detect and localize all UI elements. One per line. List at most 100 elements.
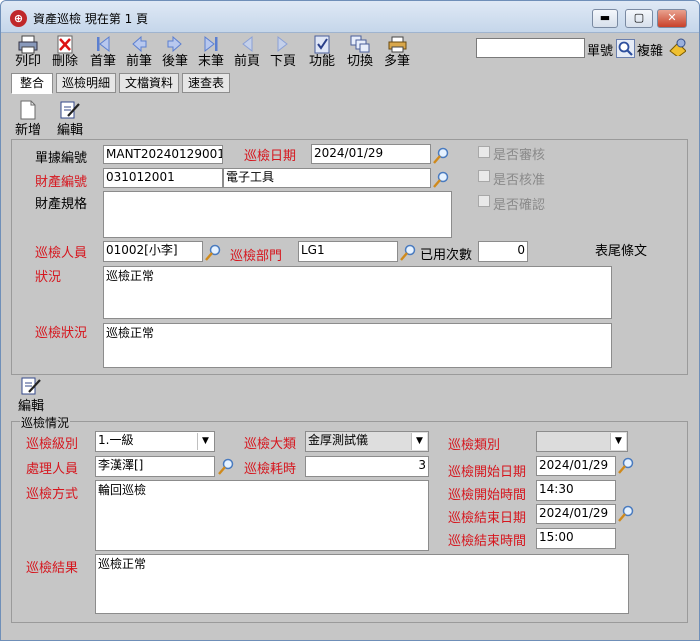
close-button[interactable]: ✕ [657,9,687,28]
approved-checkbox[interactable] [478,170,490,182]
app-icon: ⊕ [10,10,27,27]
method-field[interactable]: 輪回巡檢 [95,480,429,551]
printer-icon [18,35,38,54]
type-select[interactable]: ▼ [536,431,628,452]
printer-stack-icon [388,36,407,53]
confirmed-label: 是否確認 [493,198,546,213]
result-field[interactable]: 巡檢正常 [95,554,629,614]
asset-spec-field[interactable] [103,191,452,238]
page-forward-icon [277,35,288,53]
date-picker-icon[interactable] [432,146,451,165]
function-button[interactable]: 功能 [305,34,339,72]
type-label: 巡檢類別 [448,438,501,453]
inspect-status-label: 巡檢狀況 [35,326,88,341]
inspector-field[interactable]: 01002[小李] [103,241,203,262]
tab-integrated[interactable]: 整合 [11,73,53,94]
start-time-field[interactable]: 14:30 [536,480,616,501]
doc-no-field[interactable]: MANT20240129001 [103,145,223,164]
search-input[interactable] [476,38,585,58]
new-document-icon [20,100,36,120]
search-doc-label: 單號 [587,44,614,59]
category-label: 巡檢大類 [244,437,297,452]
minimize-button[interactable]: ▬ [592,9,618,28]
chevron-down-icon[interactable]: ▼ [197,433,213,450]
status-label: 狀況 [35,270,62,285]
end-date-field[interactable]: 2024/01/29 [536,504,616,524]
approved-label: 是否核准 [493,173,546,188]
asset-name-field[interactable]: 電子工具 [223,168,431,188]
switch-windows-icon [350,35,370,53]
detail-edit-button[interactable]: 編輯 [16,376,46,414]
reviewed-label: 是否審核 [493,148,546,163]
arrow-left-icon [132,35,147,53]
last-icon [204,35,218,53]
dept-lookup-icon[interactable] [399,243,418,262]
used-count-field[interactable]: 0 [478,241,528,262]
start-time-label: 巡檢開始時間 [448,488,527,503]
last-record-button[interactable]: 末筆 [195,34,227,72]
used-count-label: 已用次數 [420,248,473,263]
chevron-down-icon[interactable]: ▼ [411,433,427,450]
print-button[interactable]: 列印 [11,34,45,72]
start-date-picker-icon[interactable] [617,456,636,475]
page-back-icon [242,35,253,53]
end-date-label: 巡檢結束日期 [448,511,527,526]
window-title: 資產巡檢 現在第 1 頁 [33,12,149,26]
footer-text-label[interactable]: 表尾條文 [595,240,647,259]
handler-field[interactable]: 李漢澤[] [95,456,215,477]
status-field[interactable]: 巡檢正常 [103,266,612,319]
prev-page-button[interactable]: 前頁 [231,34,263,72]
app-window: ⊕ 資產巡檢 現在第 1 頁 ▬ ▢ ✕ 列印 刪除 首筆 前筆 後筆 末筆 前… [0,0,700,641]
asset-lookup-icon[interactable] [432,170,451,189]
dept-field[interactable]: LG1 [298,241,398,262]
chevron-down-icon[interactable]: ▼ [610,433,626,450]
search-icon[interactable] [616,39,635,58]
asset-spec-label: 財產規格 [35,197,88,212]
doc-no-label: 單據編號 [35,151,88,166]
delete-button[interactable]: 刪除 [49,34,81,72]
category-select[interactable]: 金厚測試儀 ▼ [305,431,429,452]
arrow-right-icon [167,35,182,53]
duration-field[interactable]: 3 [305,456,429,477]
tools-icon[interactable] [667,37,686,56]
inspect-date-field[interactable]: 2024/01/29 [311,144,431,164]
start-date-field[interactable]: 2024/01/29 [536,456,616,476]
next-page-button[interactable]: 下頁 [267,34,299,72]
asset-no-field[interactable]: 031012001 [103,168,223,188]
start-date-label: 巡檢開始日期 [448,465,527,480]
dept-label: 巡檢部門 [230,249,283,264]
duration-label: 巡檢耗時 [244,462,297,477]
result-label: 巡檢結果 [26,561,79,576]
title-bar: ⊕ 資產巡檢 現在第 1 頁 ▬ ▢ ✕ [1,1,699,33]
edit-document-icon [60,101,80,119]
inspector-label: 巡檢人員 [35,246,88,261]
tab-quick-lookup[interactable]: 速查表 [182,73,230,93]
handler-lookup-icon[interactable] [217,457,236,476]
level-label: 巡檢級別 [26,437,79,452]
delete-icon [57,35,73,54]
detail-group-title: 巡檢情況 [20,414,71,431]
edit-document-icon [21,377,41,395]
level-select[interactable]: 1.一級 ▼ [95,431,215,452]
asset-no-label: 財產編號 [35,175,88,190]
first-icon [97,35,110,53]
edit-button[interactable]: 編輯 [55,100,85,138]
inspect-status-field[interactable]: 巡檢正常 [103,323,612,368]
reviewed-checkbox[interactable] [478,146,490,158]
add-button[interactable]: 新增 [13,100,43,138]
checklist-icon [314,35,330,54]
end-date-picker-icon[interactable] [617,504,636,523]
maximize-button[interactable]: ▢ [625,9,653,28]
prev-record-button[interactable]: 前筆 [123,34,155,72]
end-time-field[interactable]: 15:00 [536,528,616,549]
tab-documents[interactable]: 文檔資料 [119,73,179,93]
switch-button[interactable]: 切換 [343,34,377,72]
first-record-button[interactable]: 首筆 [87,34,119,72]
end-time-label: 巡檢結束時間 [448,534,527,549]
method-label: 巡檢方式 [26,487,79,502]
multi-record-button[interactable]: 多筆 [381,34,413,72]
tab-inspection-detail[interactable]: 巡檢明細 [56,73,116,93]
next-record-button[interactable]: 後筆 [159,34,191,72]
inspector-lookup-icon[interactable] [204,243,223,262]
confirmed-checkbox[interactable] [478,195,490,207]
